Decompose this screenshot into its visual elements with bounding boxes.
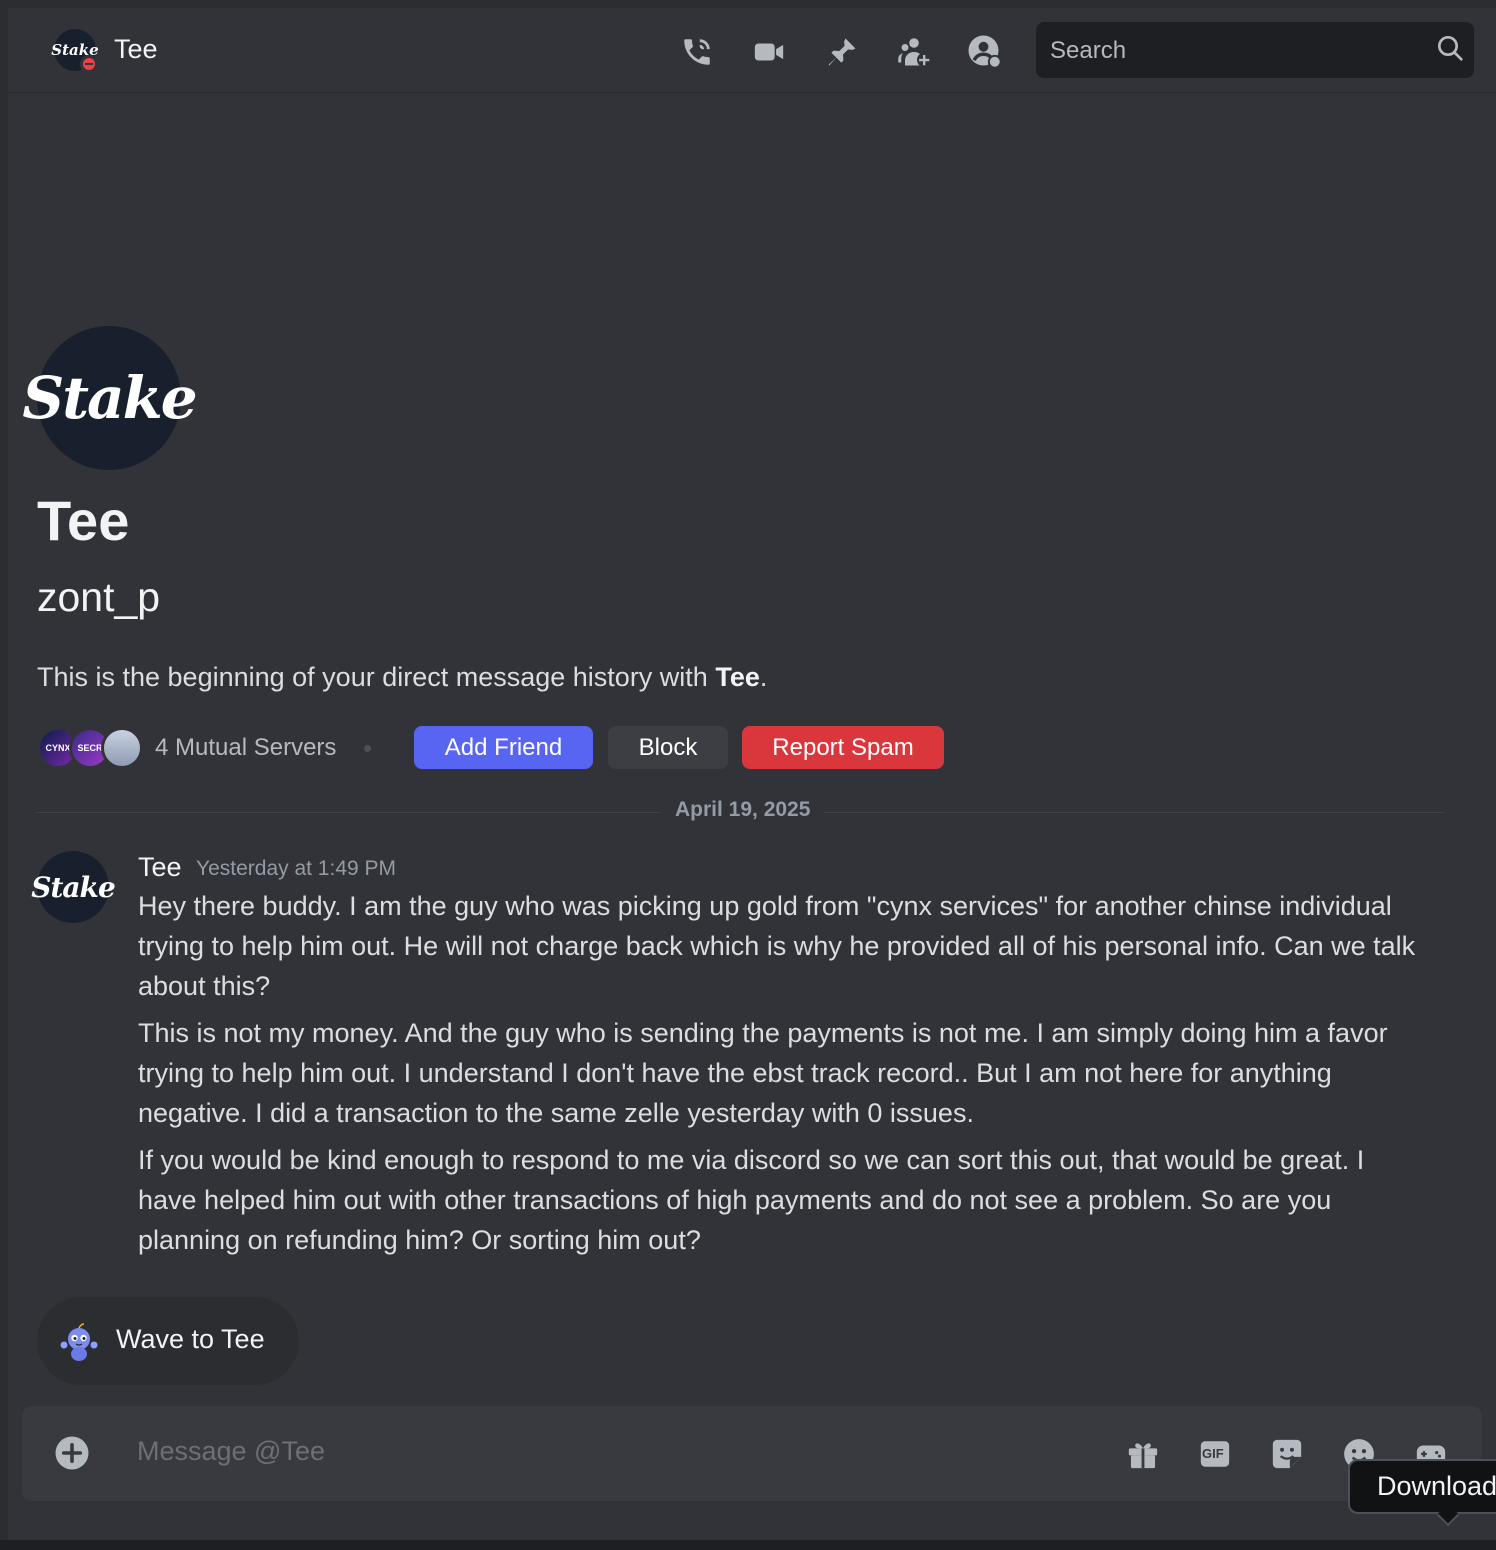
date-divider-label: April 19, 2025 xyxy=(661,798,825,822)
pinned-messages-icon[interactable] xyxy=(822,32,862,72)
profile-username: zont_p xyxy=(37,574,161,620)
tooltip-label: Download xyxy=(1377,1471,1496,1501)
mutual-servers[interactable]: CYNX SECR 4 Mutual Servers xyxy=(37,724,372,772)
sticker-icon[interactable] xyxy=(1267,1434,1307,1474)
profile-display-name: Tee xyxy=(37,489,130,552)
message-content: Hey there buddy. I am the guy who was pi… xyxy=(138,886,1428,1267)
block-button[interactable]: Block xyxy=(608,726,728,769)
phone-call-icon[interactable] xyxy=(677,32,717,72)
video-call-icon[interactable] xyxy=(749,32,789,72)
dm-intro-name: Tee xyxy=(715,662,760,692)
message-timestamp: Yesterday at 1:49 PM xyxy=(196,857,397,880)
header-title[interactable]: Tee xyxy=(114,34,158,65)
search-icon[interactable] xyxy=(1434,32,1466,69)
download-tooltip: Download xyxy=(1348,1459,1496,1514)
gif-icon-label: GIF xyxy=(1202,1446,1224,1461)
separator-dot xyxy=(364,744,372,752)
wumpus-wave-icon xyxy=(57,1321,101,1368)
message-avatar-logo: Stake xyxy=(31,870,116,904)
search-input[interactable]: Search xyxy=(1050,37,1126,65)
search-bar[interactable]: Search xyxy=(1036,22,1474,78)
user-profile-icon[interactable] xyxy=(965,32,1005,72)
profile-avatar[interactable]: Stake xyxy=(22,326,198,470)
message-input[interactable]: Message @Tee xyxy=(137,1436,325,1467)
profile-avatar-logo: Stake xyxy=(22,364,197,432)
message-paragraph: This is not my money. And the guy who is… xyxy=(138,1018,1388,1128)
window-top-strip xyxy=(0,0,1496,8)
window-left-edge xyxy=(0,0,8,1550)
message-paragraph: Hey there buddy. I am the guy who was pi… xyxy=(138,891,1416,1001)
window-bottom-edge xyxy=(0,1540,1496,1550)
mutual-servers-label[interactable]: 4 Mutual Servers xyxy=(155,734,336,762)
add-friends-to-dm-icon[interactable] xyxy=(894,32,934,72)
add-attachment-icon[interactable] xyxy=(54,1435,90,1476)
report-spam-button[interactable]: Report Spam xyxy=(742,726,944,769)
dm-intro-suffix: . xyxy=(759,662,768,692)
wave-button[interactable]: Wave to Tee xyxy=(37,1297,299,1385)
dnd-status-icon xyxy=(80,55,98,73)
wave-button-label: Wave to Tee xyxy=(116,1324,265,1354)
gift-icon[interactable] xyxy=(1123,1434,1163,1474)
dm-intro-text: This is the beginning of your direct mes… xyxy=(37,662,767,693)
dm-intro-prefix: This is the beginning of your direct mes… xyxy=(37,662,716,692)
add-friend-button[interactable]: Add Friend xyxy=(414,726,593,769)
message-author[interactable]: Tee xyxy=(138,852,182,883)
gif-icon[interactable]: GIF xyxy=(1195,1434,1235,1474)
message-composer[interactable]: Message @Tee GIF xyxy=(22,1406,1482,1501)
mutual-server-avatar[interactable] xyxy=(101,727,143,769)
message-avatar[interactable]: Stake xyxy=(31,851,116,923)
dm-header: Stake Tee Search xyxy=(8,8,1496,93)
message-paragraph: If you would be kind enough to respond t… xyxy=(138,1145,1365,1255)
